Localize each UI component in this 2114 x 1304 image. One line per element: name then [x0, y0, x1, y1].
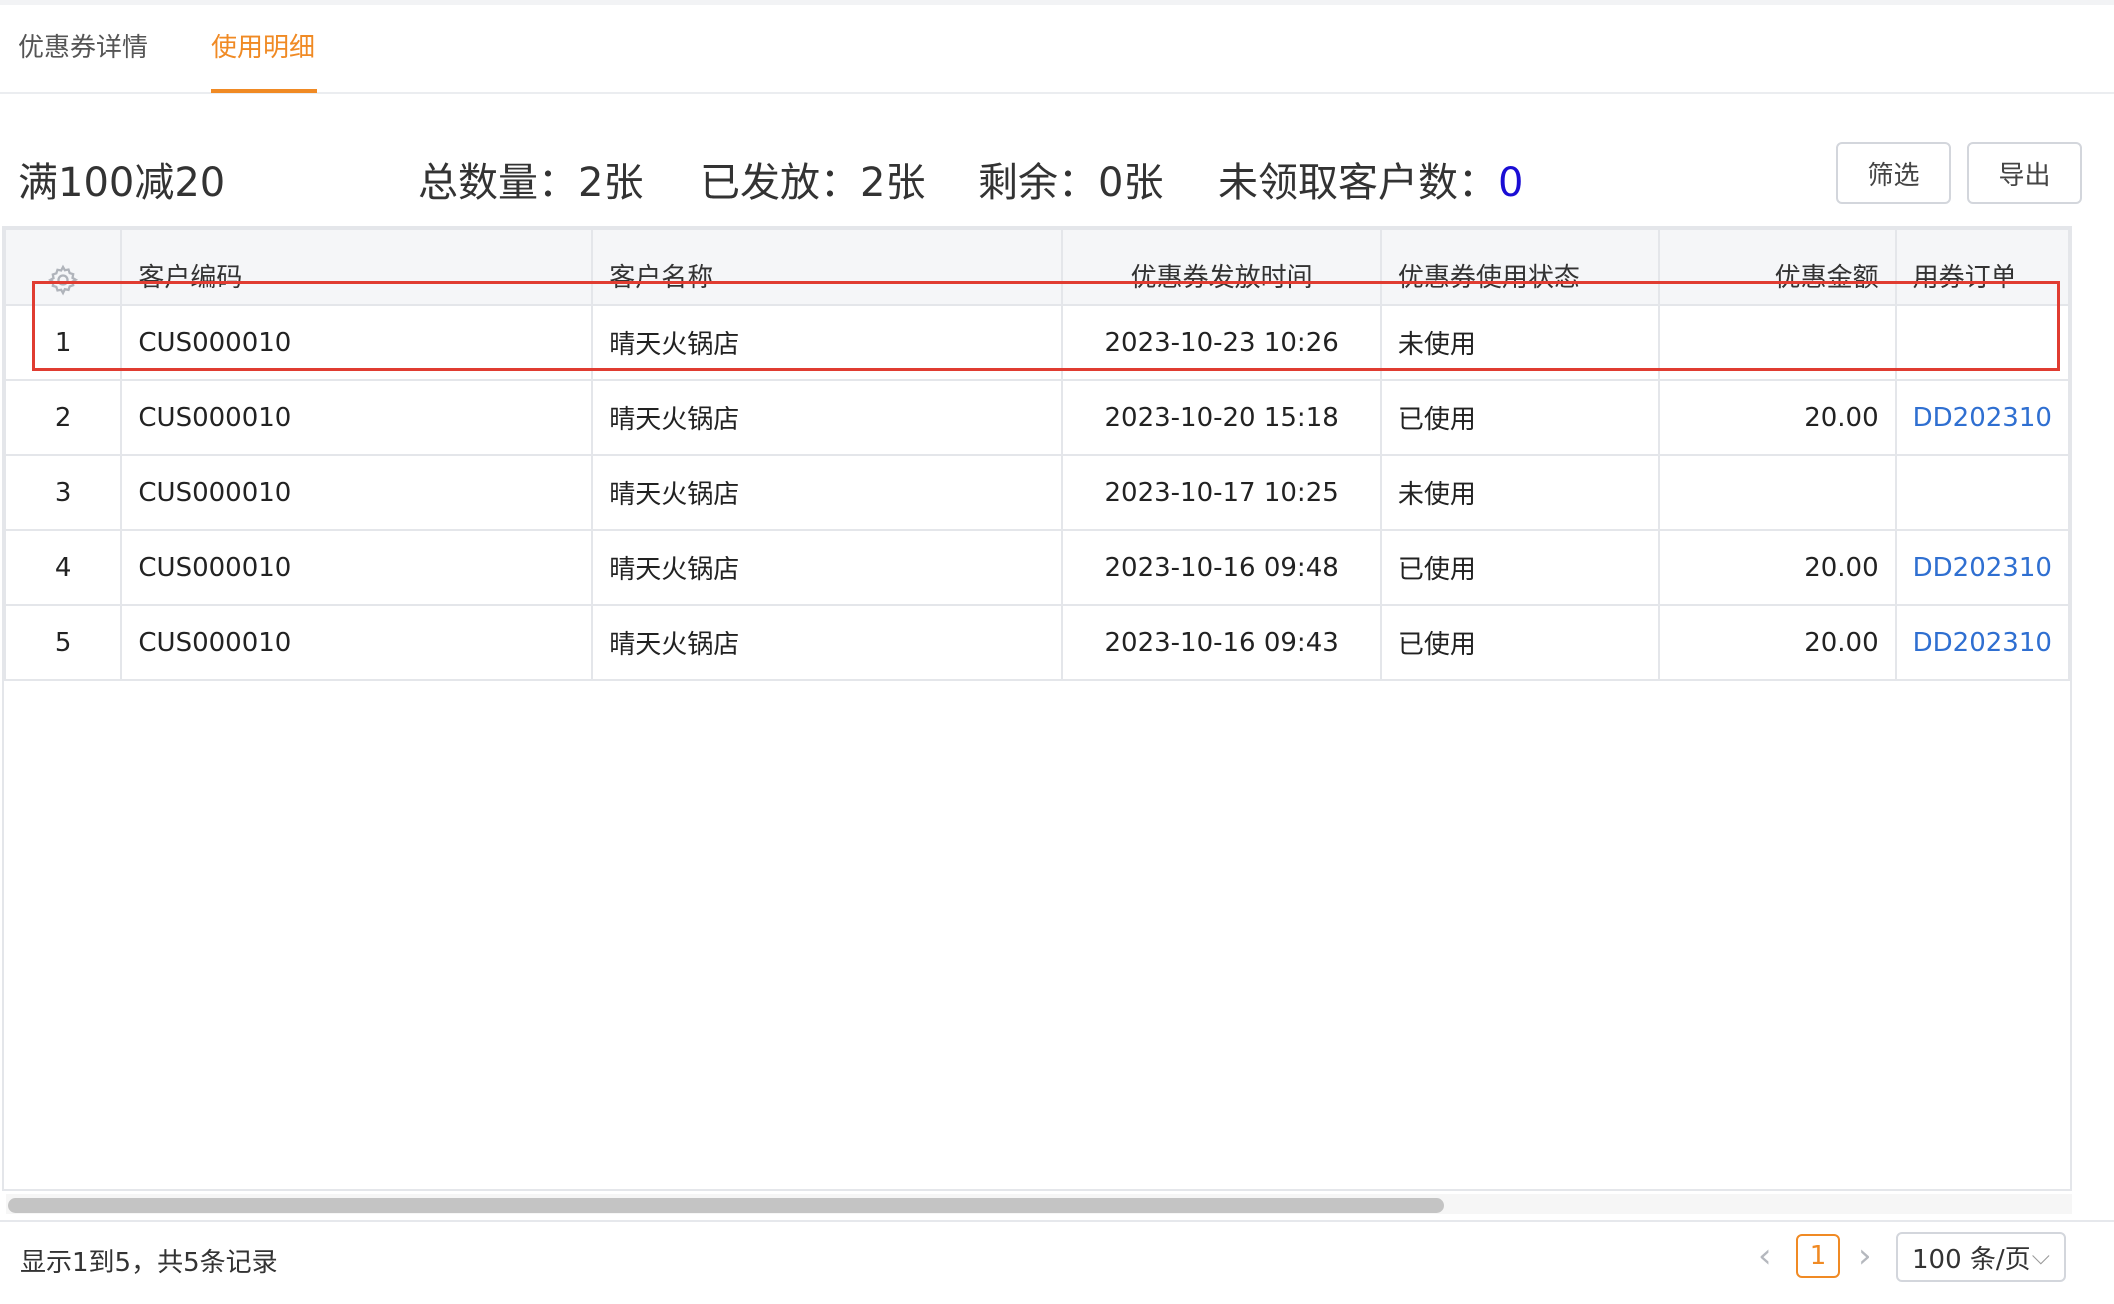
table-row[interactable]: 2 CUS000010 晴天火锅店 2023-10-20 15:18 已使用 2…: [4, 379, 2070, 456]
unclaimed-value: 0: [1498, 160, 1524, 206]
order-link-cell[interactable]: [1894, 454, 2070, 531]
row-index: 4: [4, 529, 123, 606]
column-header-discount-amount[interactable]: 优惠金额: [1657, 228, 1897, 306]
issued-count: 已发放：2张: [700, 160, 926, 206]
current-page-button[interactable]: 1: [1796, 1234, 1840, 1278]
usage-status-cell: 未使用: [1379, 454, 1660, 531]
order-link-cell[interactable]: DD202310: [1894, 379, 2070, 456]
tab-bar: 优惠券详情 使用明细: [0, 5, 2114, 94]
usage-status-cell: 已使用: [1379, 529, 1660, 606]
total-count: 总数量：2张: [418, 160, 644, 206]
table-header-row: 客户编码 客户名称 优惠券发放时间 优惠券使用状态 优惠金额 用券订单: [4, 228, 2070, 306]
customer-name-cell: 晴天火锅店: [591, 454, 1064, 531]
column-header-usage-status[interactable]: 优惠券使用状态: [1379, 228, 1660, 306]
discount-amount-cell: 20.00: [1657, 604, 1897, 681]
page-size-select[interactable]: 100 条/页 ⌵: [1896, 1232, 2066, 1282]
discount-amount-cell: 20.00: [1657, 529, 1897, 606]
issue-time-cell: 2023-10-16 09:48: [1061, 529, 1382, 606]
issue-time-cell: 2023-10-23 10:26: [1061, 304, 1382, 381]
customer-name-cell: 晴天火锅店: [591, 604, 1064, 681]
row-index: 1: [4, 304, 123, 381]
order-link-cell[interactable]: [1894, 304, 2070, 381]
usage-table: 客户编码 客户名称 优惠券发放时间 优惠券使用状态 优惠金额 用券订单 1 CU…: [2, 226, 2072, 1191]
column-settings-cell[interactable]: [4, 228, 123, 306]
discount-amount-cell: [1657, 304, 1897, 381]
record-count-info: 显示1到5，共5条记录: [20, 1248, 278, 1278]
row-index: 5: [4, 604, 123, 681]
row-index: 3: [4, 454, 123, 531]
customer-code-cell: CUS000010: [120, 304, 594, 381]
customer-code-cell: CUS000010: [120, 529, 594, 606]
tab-usage-details[interactable]: 使用明细: [211, 27, 315, 64]
export-button[interactable]: 导出: [1967, 142, 2082, 204]
discount-amount-cell: 20.00: [1657, 379, 1897, 456]
usage-status-cell: 未使用: [1379, 304, 1660, 381]
table-row[interactable]: 1 CUS000010 晴天火锅店 2023-10-23 10:26 未使用: [4, 304, 2070, 381]
column-header-customer-code[interactable]: 客户编码: [120, 228, 594, 306]
issue-time-cell: 2023-10-17 10:25: [1061, 454, 1382, 531]
customer-code-cell: CUS000010: [120, 454, 594, 531]
chevron-down-icon: ⌵: [2031, 1242, 2050, 1270]
usage-status-cell: 已使用: [1379, 379, 1660, 456]
discount-amount-cell: [1657, 454, 1897, 531]
horizontal-scrollbar-thumb[interactable]: [8, 1198, 1444, 1213]
customer-name-cell: 晴天火锅店: [591, 304, 1064, 381]
remaining-count: 剩余：0张: [978, 160, 1164, 206]
table-row[interactable]: 3 CUS000010 晴天火锅店 2023-10-17 10:25 未使用: [4, 454, 2070, 531]
gear-icon[interactable]: [46, 263, 80, 297]
coupon-title: 满100减20: [18, 160, 226, 206]
issue-time-cell: 2023-10-16 09:43: [1061, 604, 1382, 681]
customer-name-cell: 晴天火锅店: [591, 529, 1064, 606]
filter-button[interactable]: 筛选: [1836, 142, 1951, 204]
chevron-left-icon[interactable]: ‹: [1758, 1236, 1772, 1276]
summary-bar: 满100减20 总数量：2张 已发放：2张 剩余：0张 未领取客户数：0 筛选 …: [0, 130, 2114, 222]
page-size-value: 100 条/页: [1912, 1244, 2031, 1275]
order-link-cell[interactable]: DD202310: [1894, 529, 2070, 606]
usage-status-cell: 已使用: [1379, 604, 1660, 681]
pagination-footer: 显示1到5，共5条记录 ‹ 1 › 100 条/页 ⌵: [0, 1220, 2114, 1304]
column-header-customer-name[interactable]: 客户名称: [591, 228, 1064, 306]
usage-table-grid: 客户编码 客户名称 优惠券发放时间 优惠券使用状态 优惠金额 用券订单 1 CU…: [4, 228, 2070, 681]
active-tab-indicator: [211, 89, 317, 93]
customer-name-cell: 晴天火锅店: [591, 379, 1064, 456]
table-right-gutter: [2072, 226, 2114, 1220]
row-index: 2: [4, 379, 123, 456]
order-link-cell[interactable]: DD202310: [1894, 604, 2070, 681]
column-header-issue-time[interactable]: 优惠券发放时间: [1061, 228, 1382, 306]
column-header-order[interactable]: 用券订单: [1894, 228, 2070, 306]
unclaimed-label: 未领取客户数：: [1218, 160, 1498, 206]
table-row[interactable]: 5 CUS000010 晴天火锅店 2023-10-16 09:43 已使用 2…: [4, 604, 2070, 681]
customer-code-cell: CUS000010: [120, 379, 594, 456]
issue-time-cell: 2023-10-20 15:18: [1061, 379, 1382, 456]
tab-coupon-details[interactable]: 优惠券详情: [18, 27, 148, 64]
unclaimed-customers: 未领取客户数：0: [1218, 150, 1523, 208]
table-row[interactable]: 4 CUS000010 晴天火锅店 2023-10-16 09:48 已使用 2…: [4, 529, 2070, 606]
customer-code-cell: CUS000010: [120, 604, 594, 681]
chevron-right-icon[interactable]: ›: [1858, 1236, 1872, 1276]
